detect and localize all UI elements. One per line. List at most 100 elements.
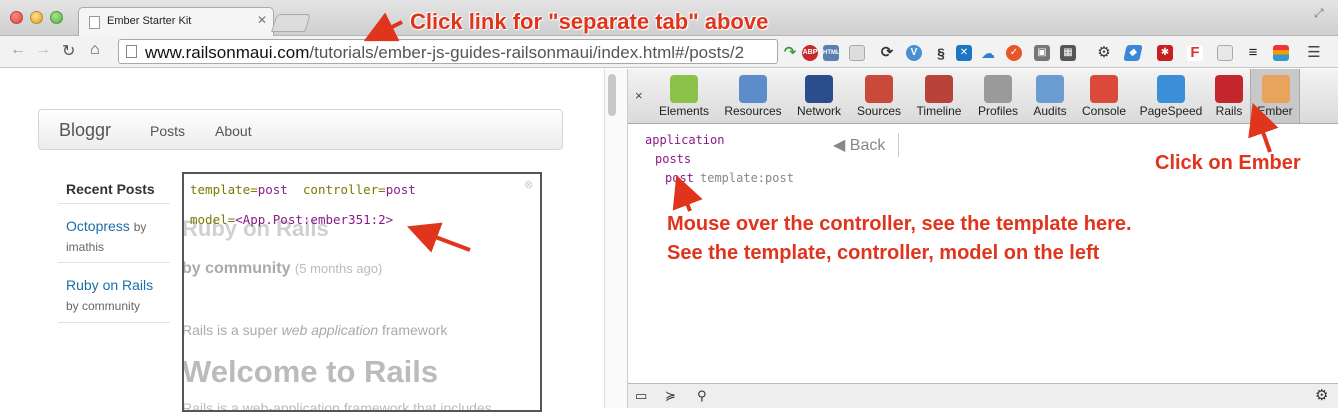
url-host: www.railsonmaui.com	[145, 43, 310, 62]
devtools-tab-sources[interactable]: Sources	[850, 69, 908, 123]
devtools-tab-label: Network	[796, 104, 841, 118]
reload-icon[interactable]: ↻	[62, 41, 75, 61]
browser-tab-active[interactable]: Ember Starter Kit ✕	[78, 7, 274, 37]
nav-posts-link[interactable]: Posts	[150, 123, 185, 139]
sidebar-post-author: by community	[66, 299, 141, 313]
ember-back-button[interactable]: ◀ Back	[833, 135, 885, 155]
address-bar[interactable]: www.railsonmaui.com/tutorials/ember-js-g…	[118, 39, 778, 64]
devtools-tab-pagespeed[interactable]: PageSpeed	[1134, 69, 1208, 123]
post-body-text: Rails is a web-application framework tha…	[182, 400, 492, 412]
devtools-tab-label: Resources	[724, 104, 782, 118]
extension-hook-icon[interactable]: §	[933, 45, 949, 61]
page-scrollbar-thumb[interactable]	[608, 74, 616, 116]
overlay-key: controller=	[302, 182, 386, 197]
forward-arrow-icon[interactable]: →	[35, 41, 51, 59]
layers-icon[interactable]: ≡	[1245, 45, 1261, 61]
page-viewport: Bloggr Posts About Recent Posts Octopres…	[0, 69, 604, 412]
extension-x-icon[interactable]: ✕	[956, 45, 972, 61]
extension-blank-icon[interactable]	[849, 45, 865, 61]
fullscreen-icon[interactable]: ⤢	[1314, 6, 1324, 21]
post-title-text[interactable]: Octopress	[66, 218, 130, 234]
console-drawer-icon[interactable]: ≽	[665, 388, 676, 404]
intro-emphasis: web application	[281, 322, 379, 338]
extension-v-icon[interactable]: V	[906, 45, 922, 61]
overlay-close-icon[interactable]: ⊗	[524, 178, 533, 191]
devtools-tab-rails[interactable]: Rails	[1208, 69, 1250, 123]
extension-asterisk-icon[interactable]: ✱	[1157, 45, 1173, 61]
devtools-toolbar: × Elements Resources Network Sources Timelin…	[628, 69, 1338, 124]
view-tree-posts[interactable]: posts	[655, 152, 691, 166]
annotation-separate-tab: Click link for "separate tab" above	[410, 9, 769, 34]
extension-clipboard-icon[interactable]: ▦	[1060, 45, 1076, 61]
devtools-tab-label: Elements	[658, 104, 710, 118]
html-validator-icon[interactable]: HTML	[823, 45, 840, 61]
profiles-icon	[984, 75, 1012, 103]
devtools-tab-profiles[interactable]: Profiles	[970, 69, 1026, 123]
post-byline: by community (5 months ago)	[182, 260, 382, 278]
post-content-panel: Ruby on Rails by community (5 months ago…	[182, 172, 542, 412]
post-body-heading: Welcome to Rails	[182, 354, 439, 389]
sidebar-divider	[58, 262, 170, 263]
annotation-mouse-over: Mouse over the controller, see the templ…	[667, 213, 1132, 235]
devtools-tab-timeline[interactable]: Timeline	[908, 69, 970, 123]
overlay-key: model=	[190, 212, 236, 227]
timeline-icon	[925, 75, 953, 103]
devtools-tab-label: PageSpeed	[1139, 104, 1203, 118]
search-icon[interactable]: ⚲	[697, 388, 707, 404]
extension-window-icon[interactable]	[1217, 45, 1233, 61]
annotation-click-ember: Click on Ember	[1155, 152, 1301, 174]
sidebar-post-title[interactable]: Ruby on Rails	[66, 277, 153, 293]
new-tab-button[interactable]	[271, 14, 311, 32]
extension-f-icon[interactable]: F	[1187, 45, 1203, 61]
devtools-tab-label: Rails	[1215, 104, 1243, 118]
share-arrow-icon[interactable]: ↷	[782, 45, 798, 61]
extension-blue-icon[interactable]: ◆	[1123, 45, 1143, 61]
tab-title: Ember Starter Kit	[107, 15, 192, 27]
extension-stack-icon[interactable]	[1273, 45, 1289, 61]
window-minimize-button[interactable]	[30, 11, 43, 24]
extension-circle-icon[interactable]: ✓	[1006, 45, 1022, 61]
page-scrollbar-track[interactable]	[604, 69, 628, 408]
pagespeed-icon	[1157, 75, 1185, 103]
intro-text: framework	[378, 322, 448, 338]
adblock-icon[interactable]: ABP	[802, 45, 818, 61]
back-arrow-icon[interactable]: ←	[10, 41, 26, 59]
sync-icon[interactable]: ⟳	[879, 45, 895, 61]
devtools-tab-console[interactable]: Console	[1074, 69, 1134, 123]
window-close-button[interactable]	[10, 11, 23, 24]
devtools-panel: × Elements Resources Network Sources Timelin…	[628, 69, 1338, 408]
devtools-tab-label: Ember	[1257, 104, 1293, 118]
cloud-icon[interactable]: ☁	[980, 45, 996, 61]
dock-icon[interactable]: ▭	[635, 388, 647, 404]
extension-archive-icon[interactable]: ▣	[1034, 45, 1050, 61]
devtools-close-icon[interactable]: ×	[635, 88, 643, 103]
back-label: Back	[849, 137, 886, 154]
network-icon	[805, 75, 833, 103]
post-byline-text: by community	[182, 260, 291, 277]
view-tree-post-template: template:post	[700, 171, 794, 185]
nav-about-link[interactable]: About	[215, 123, 252, 139]
tab-close-icon[interactable]: ✕	[257, 13, 267, 27]
back-triangle-icon: ◀	[833, 137, 846, 154]
post-by-text: by	[133, 220, 147, 234]
devtools-tab-ember[interactable]: Ember	[1250, 69, 1300, 123]
devtools-tab-audits[interactable]: Audits	[1026, 69, 1074, 123]
gear-icon[interactable]: ⚙	[1096, 45, 1112, 61]
sidebar-divider	[58, 203, 170, 204]
overlay-value: <App.Post:ember351:2>	[235, 212, 394, 227]
console-icon	[1090, 75, 1118, 103]
devtools-tab-network[interactable]: Network	[788, 69, 850, 123]
sidebar-post-title[interactable]: Octopress by	[66, 218, 146, 234]
devtools-tab-elements[interactable]: Elements	[650, 69, 718, 123]
menu-icon[interactable]: ☰	[1306, 45, 1322, 61]
view-tree-post-controller[interactable]: post	[665, 171, 694, 185]
home-icon[interactable]: ⌂	[90, 41, 100, 59]
devtools-tab-label: Timeline	[916, 104, 962, 118]
settings-gear-icon[interactable]: ⚙	[1315, 386, 1328, 404]
brand-link[interactable]: Bloggr	[59, 120, 111, 141]
devtools-tab-resources[interactable]: Resources	[718, 69, 788, 123]
view-tree-application[interactable]: application	[645, 133, 724, 147]
annotation-see-template: See the template, controller, model on t…	[667, 242, 1100, 264]
window-zoom-button[interactable]	[50, 11, 63, 24]
sources-icon	[865, 75, 893, 103]
